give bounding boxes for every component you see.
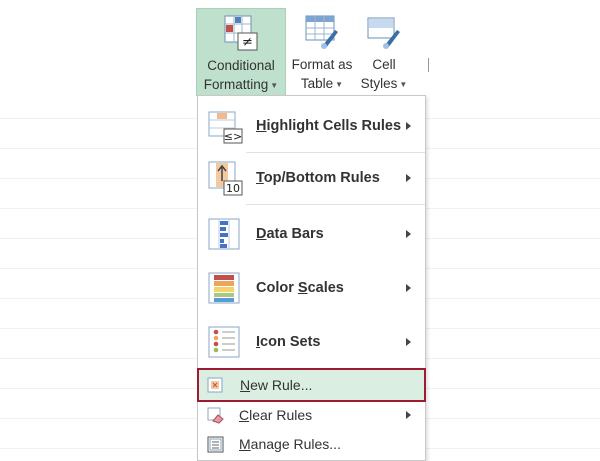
submenu-arrow-icon: [406, 230, 411, 238]
svg-text:≤>: ≤>: [224, 130, 242, 143]
format-as-table-button[interactable]: Format as Table ▼: [288, 8, 356, 96]
menu-separator: [246, 204, 425, 205]
conditional-formatting-label: Conditional Formatting ▼: [203, 58, 279, 92]
menu-item-icon-sets[interactable]: Icon Sets: [198, 316, 425, 368]
top-bottom-rules-icon: 10: [208, 161, 243, 196]
dropdown-caret-icon: ▼: [335, 79, 344, 89]
submenu-arrow-icon: [406, 284, 411, 292]
menu-item-top-bottom-rules[interactable]: 10 Top/Bottom Rules: [198, 152, 425, 204]
color-scales-icon: [208, 272, 240, 304]
menu-item-label: New Rule...: [240, 377, 313, 393]
menu-item-label: Highlight Cells Rules: [256, 118, 402, 134]
menu-item-manage-rules[interactable]: Manage Rules...: [198, 430, 425, 458]
menu-item-highlight-cells-rules[interactable]: ≤> Highlight Cells Rules: [198, 100, 425, 152]
cell-styles-button[interactable]: Cell Styles ▼: [358, 8, 410, 96]
ribbon-styles-group: ≠ Conditional Formatting ▼ Format as Tabl…: [0, 0, 600, 96]
icon-sets-icon: [208, 326, 240, 358]
submenu-arrow-icon: [406, 174, 411, 182]
dropdown-caret-icon: ▼: [270, 80, 279, 90]
highlight-cells-rules-icon: ≤>: [208, 111, 243, 144]
cell-styles-label: Cell Styles ▼: [360, 57, 408, 91]
menu-separator: [198, 368, 425, 369]
data-bars-icon: [208, 218, 240, 250]
dropdown-caret-icon: ▼: [399, 79, 408, 89]
menu-item-label: Data Bars: [256, 226, 324, 242]
new-rule-icon: [207, 377, 223, 393]
ribbon-separator: [428, 58, 429, 72]
format-as-table-label: Format as Table ▼: [291, 57, 353, 91]
cell-styles-icon: [367, 17, 400, 49]
menu-item-clear-rules[interactable]: Clear Rules: [198, 401, 425, 429]
menu-item-new-rule[interactable]: New Rule...: [197, 368, 426, 402]
submenu-arrow-icon: [406, 411, 411, 419]
menu-item-label: Icon Sets: [256, 334, 321, 350]
menu-item-label: Top/Bottom Rules: [256, 170, 380, 186]
manage-rules-icon: [207, 436, 224, 453]
svg-text:10: 10: [226, 182, 240, 195]
submenu-arrow-icon: [406, 338, 411, 346]
clear-rules-eraser-icon: [207, 407, 224, 424]
menu-item-color-scales[interactable]: Color Scales: [198, 262, 425, 314]
conditional-formatting-button[interactable]: ≠ Conditional Formatting ▼: [196, 8, 286, 96]
format-as-table-icon: [305, 15, 338, 49]
svg-text:≠: ≠: [242, 35, 253, 50]
menu-item-label: Manage Rules...: [239, 436, 341, 452]
menu-item-data-bars[interactable]: Data Bars: [198, 208, 425, 260]
conditional-formatting-icon: ≠: [224, 15, 258, 51]
conditional-formatting-menu: ≤> Highlight Cells Rules 10 Top/Bottom R…: [197, 95, 426, 461]
menu-item-label: Clear Rules: [239, 407, 313, 423]
submenu-arrow-icon: [406, 122, 411, 130]
menu-item-label: Color Scales: [256, 280, 344, 296]
